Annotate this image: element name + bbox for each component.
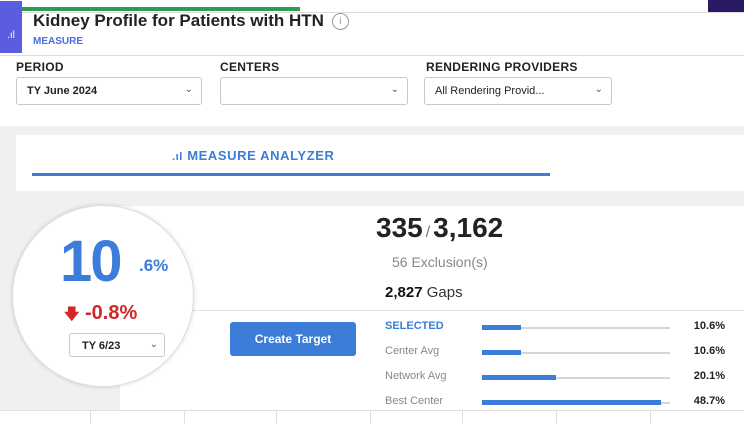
period-label: PERIOD — [16, 60, 64, 74]
active-tab-indicator — [32, 173, 550, 176]
score-decimal: .6% — [139, 256, 169, 275]
providers-label: RENDERING PROVIDERS — [426, 60, 578, 74]
numerator: 335 — [376, 212, 423, 243]
score-change: 🡇 -0.8% — [64, 302, 138, 324]
comparison-row-center-avg: Center Avg 10.6% — [385, 345, 725, 365]
comparison-label: Network Avg — [385, 370, 447, 382]
info-icon[interactable]: i — [331, 13, 349, 30]
page-subtitle: MEASURE — [33, 36, 84, 47]
page-title: Kidney Profile for Patients with HTN i — [33, 11, 349, 31]
period-value: TY June 2024 — [27, 85, 98, 97]
providers-select[interactable]: All Rendering Provid... ⌄ — [424, 77, 612, 105]
score-whole: 10 — [60, 229, 122, 294]
measure-chart-icon: .ıl — [0, 1, 22, 53]
chevron-down-icon: ⌄ — [149, 339, 158, 350]
chevron-down-icon: ⌄ — [390, 84, 399, 95]
comparison-value: 20.1% — [693, 370, 725, 382]
comparison-label: Best Center — [385, 395, 444, 407]
comparison-bar — [482, 325, 521, 330]
comparison-label: SELECTED — [385, 320, 444, 332]
comparison-bar — [482, 400, 661, 405]
divider — [0, 55, 744, 56]
period-select[interactable]: TY June 2024 ⌄ — [16, 77, 202, 105]
arrow-down-icon: 🡇 — [64, 306, 80, 323]
create-target-button[interactable]: Create Target — [230, 322, 356, 356]
tab-measure-analyzer[interactable]: .ıl MEASURE ANALYZER — [172, 148, 335, 163]
tab-bar — [16, 135, 744, 191]
comparison-value: 10.6% — [693, 345, 725, 357]
comparison-bar — [482, 350, 521, 355]
comparison-row-best-center: Best Center 48.7% — [385, 395, 725, 415]
comparison-value: 48.7% — [693, 395, 725, 407]
compare-period-value: TY 6/23 — [82, 340, 121, 352]
chevron-down-icon: ⌄ — [594, 84, 603, 95]
centers-label: CENTERS — [220, 60, 280, 74]
card-divider — [120, 310, 744, 311]
centers-select[interactable]: ⌄ — [220, 77, 408, 105]
providers-value: All Rendering Provid... — [435, 85, 545, 97]
denominator: 3,162 — [433, 212, 504, 243]
comparison-label: Center Avg — [385, 345, 440, 357]
chevron-down-icon: ⌄ — [184, 84, 193, 95]
exclusions-count: 56 Exclusion(s) — [392, 254, 488, 270]
bar-chart-icon: .ıl — [172, 151, 183, 163]
compare-period-select[interactable]: TY 6/23 ⌄ — [69, 333, 165, 357]
gaps-count: 2,827 Gaps — [385, 284, 463, 301]
comparison-value: 10.6% — [693, 320, 725, 332]
comparison-row-network-avg: Network Avg 20.1% — [385, 370, 725, 390]
comparison-row-selected: SELECTED 10.6% — [385, 320, 725, 340]
measure-ratio: 335/3,162 — [376, 212, 504, 243]
comparison-bar — [482, 375, 556, 380]
